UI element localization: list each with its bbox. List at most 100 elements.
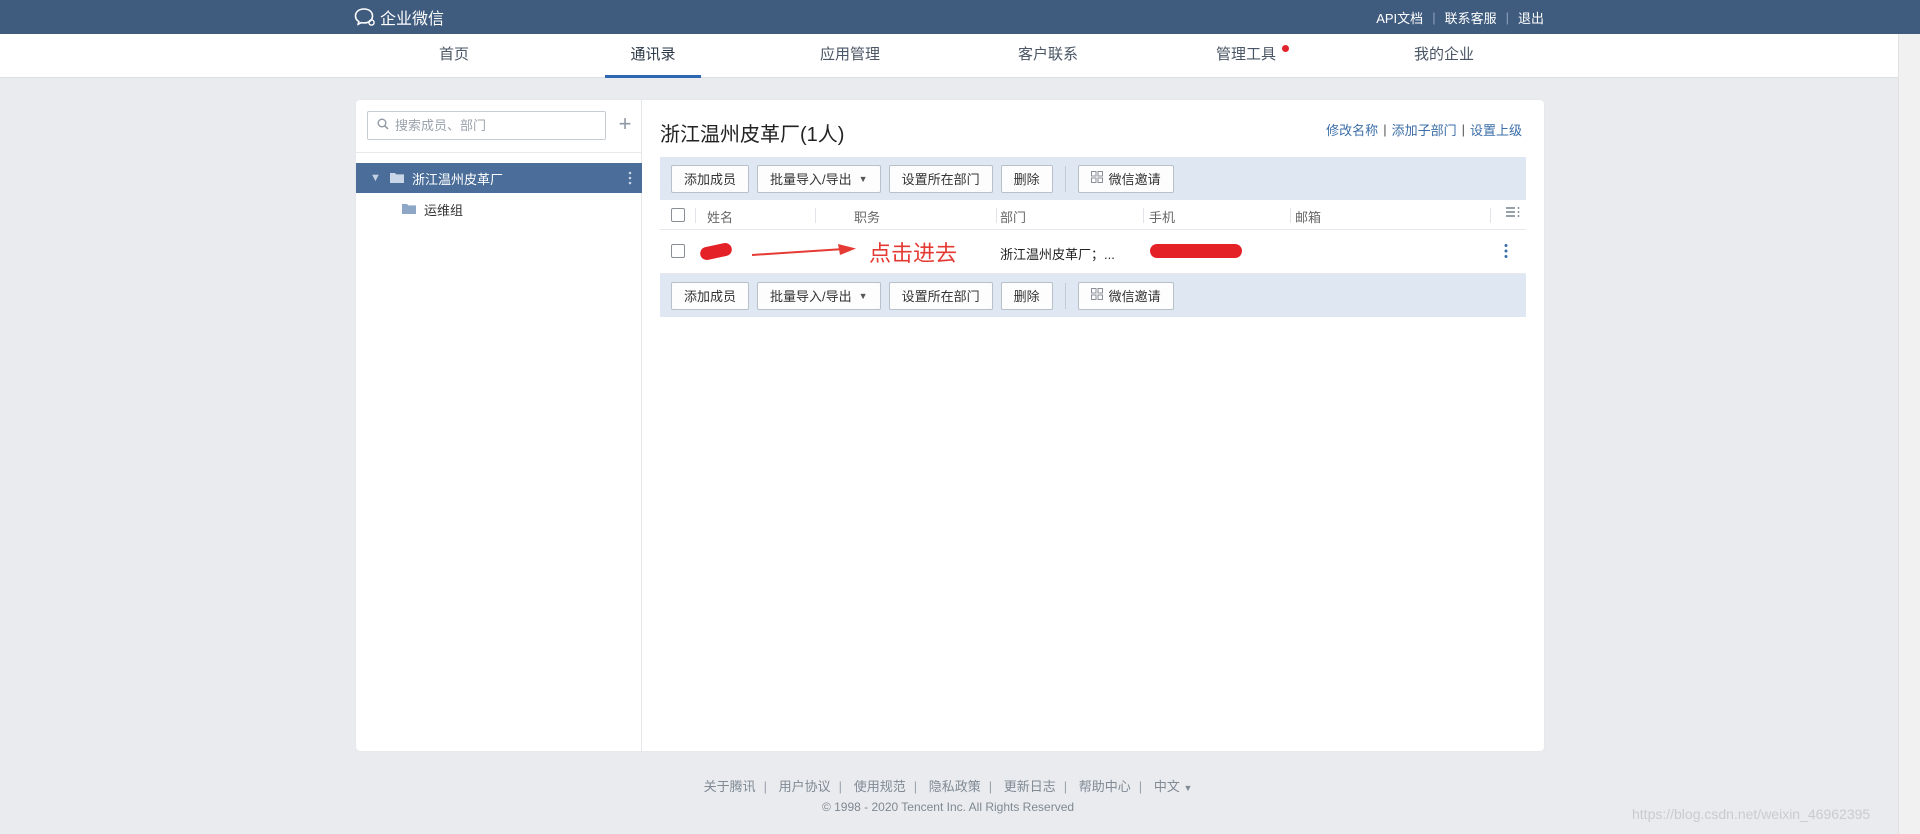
api-docs-link[interactable]: API文档 xyxy=(1376,8,1423,27)
footer-help-link[interactable]: 帮助中心 xyxy=(1079,779,1131,794)
department-sidebar: + ▼ 浙江温州皮革厂 运维组 xyxy=(356,100,642,751)
watermark: https://blog.csdn.net/weixin_46962395 xyxy=(1632,806,1871,822)
notification-dot xyxy=(1282,45,1289,52)
main-nav: 首页 通讯录 应用管理 客户联系 管理工具 我的企业 xyxy=(0,34,1920,78)
member-toolbar-top: 添加成员 批量导入/导出 ▼ 设置所在部门 删除 微信邀请 xyxy=(660,157,1526,200)
column-header-position[interactable]: 职务 xyxy=(854,207,880,226)
contacts-panel: + ▼ 浙江温州皮革厂 运维组 xyxy=(356,100,1544,751)
separator: | xyxy=(1063,779,1068,794)
delete-button[interactable]: 删除 xyxy=(1000,164,1053,193)
divider xyxy=(1064,282,1066,309)
footer-terms-link[interactable]: 用户协议 xyxy=(779,779,831,794)
tab-contacts[interactable]: 通讯录 xyxy=(605,34,701,78)
batch-import-export-button[interactable]: 批量导入/导出 ▼ xyxy=(757,281,881,310)
member-name-redacted[interactable] xyxy=(698,241,734,262)
wechat-invite-button[interactable]: 微信邀请 xyxy=(1077,164,1174,193)
dropdown-arrow-icon: ▼ xyxy=(858,173,868,184)
set-department-button[interactable]: 设置所在部门 xyxy=(888,281,993,310)
member-list-area: 浙江温州皮革厂(1人) 修改名称 | 添加子部门 | 设置上级 添加成员 批量导… xyxy=(642,100,1544,751)
add-department-plus-icon[interactable]: + xyxy=(616,113,634,137)
contact-support-link[interactable]: 联系客服 xyxy=(1445,8,1497,27)
separator: | xyxy=(1138,779,1143,794)
folder-icon xyxy=(390,171,404,186)
select-all-checkbox[interactable] xyxy=(671,208,685,222)
qr-code-icon xyxy=(1090,171,1103,186)
footer-rules-link[interactable]: 使用规范 xyxy=(854,779,906,794)
wechat-invite-label: 微信邀请 xyxy=(1108,172,1161,187)
search-box[interactable] xyxy=(367,111,606,140)
member-department: 浙江温州皮革厂；... xyxy=(1000,247,1115,262)
page-scrollbar[interactable] xyxy=(1898,34,1920,834)
brand-name: 企业微信 xyxy=(380,11,445,28)
tab-customer-contact[interactable]: 客户联系 xyxy=(1000,34,1096,78)
tab-my-enterprise[interactable]: 我的企业 xyxy=(1396,34,1492,78)
tree-node-label: 浙江温州皮革厂 xyxy=(412,171,504,187)
tree-node-child[interactable]: 运维组 xyxy=(356,194,642,224)
add-member-button[interactable]: 添加成员 xyxy=(671,281,750,310)
wechat-invite-label: 微信邀请 xyxy=(1108,289,1161,304)
department-title: 浙江温州皮革厂(1人) xyxy=(660,124,845,146)
divider xyxy=(1143,208,1144,223)
divider xyxy=(1064,165,1066,192)
separator: | xyxy=(1505,9,1509,25)
tree-node-root[interactable]: ▼ 浙江温州皮革厂 xyxy=(356,163,642,193)
tree-node-label: 运维组 xyxy=(424,202,464,218)
footer-links: 关于腾讯 | 用户协议 | 使用规范 | 隐私政策 | 更新日志 | 帮助中心 | 中文 ▼ xyxy=(0,776,1896,795)
chevron-down-icon: ▼ xyxy=(1183,783,1193,793)
member-table-header: 姓名 职务 部门 手机 邮箱 xyxy=(660,200,1526,230)
caret-down-icon[interactable]: ▼ xyxy=(370,172,382,184)
column-header-email[interactable]: 邮箱 xyxy=(1295,207,1321,226)
brand-logo[interactable]: 企业微信 xyxy=(354,6,444,28)
folder-icon xyxy=(402,202,416,217)
batch-import-export-label: 批量导入/导出 xyxy=(770,172,852,187)
member-toolbar-bottom: 添加成员 批量导入/导出 ▼ 设置所在部门 删除 微信邀请 xyxy=(660,274,1526,317)
separator: | xyxy=(913,779,918,794)
column-header-name[interactable]: 姓名 xyxy=(707,207,733,226)
batch-import-export-label: 批量导入/导出 xyxy=(770,289,852,304)
separator: | xyxy=(838,779,843,794)
footer-privacy-link[interactable]: 隐私政策 xyxy=(929,779,981,794)
copyright: © 1998 - 2020 Tencent Inc. All Rights Re… xyxy=(821,800,1075,814)
add-subdepartment-link[interactable]: 添加子部门 xyxy=(1392,120,1457,139)
row-more-vertical-icon[interactable] xyxy=(1504,243,1508,262)
dropdown-arrow-icon: ▼ xyxy=(858,290,868,301)
top-bar: 企业微信 API文档 | 联系客服 | 退出 xyxy=(0,0,1920,34)
set-department-button[interactable]: 设置所在部门 xyxy=(888,164,993,193)
more-vertical-icon[interactable] xyxy=(628,171,632,188)
batch-import-export-button[interactable]: 批量导入/导出 ▼ xyxy=(757,164,881,193)
column-header-phone[interactable]: 手机 xyxy=(1149,207,1175,226)
wecom-logo-icon xyxy=(354,7,376,27)
divider xyxy=(356,152,642,153)
tab-home[interactable]: 首页 xyxy=(406,34,502,78)
department-actions: 修改名称 | 添加子部门 | 设置上级 xyxy=(1326,120,1522,139)
divider xyxy=(996,208,997,223)
rename-link[interactable]: 修改名称 xyxy=(1326,120,1378,139)
tab-management-tools-label: 管理工具 xyxy=(1215,46,1276,63)
separator: | xyxy=(1461,122,1465,137)
search-icon xyxy=(377,118,389,133)
divider xyxy=(695,208,696,223)
column-header-department[interactable]: 部门 xyxy=(1000,207,1026,226)
set-parent-link[interactable]: 设置上级 xyxy=(1470,120,1522,139)
separator: | xyxy=(1383,122,1387,137)
column-settings-icon[interactable] xyxy=(1506,206,1520,221)
delete-button[interactable]: 删除 xyxy=(1000,281,1053,310)
language-label: 中文 xyxy=(1153,779,1180,794)
logout-link[interactable]: 退出 xyxy=(1518,8,1544,27)
footer-language-select[interactable]: 中文 ▼ xyxy=(1154,779,1193,794)
add-member-button[interactable]: 添加成员 xyxy=(671,164,750,193)
search-input[interactable] xyxy=(395,118,595,133)
tab-app-management[interactable]: 应用管理 xyxy=(802,34,898,78)
annotation-text: 点击进去 xyxy=(869,241,958,266)
table-row[interactable]: 点击进去 浙江温州皮革厂；... xyxy=(660,230,1526,274)
divider xyxy=(815,208,816,223)
row-checkbox[interactable] xyxy=(671,244,685,258)
separator: | xyxy=(763,779,768,794)
tab-management-tools[interactable]: 管理工具 xyxy=(1198,34,1294,78)
divider xyxy=(1290,208,1291,223)
separator: | xyxy=(1432,9,1436,25)
wechat-invite-button[interactable]: 微信邀请 xyxy=(1077,281,1174,310)
divider xyxy=(1490,208,1491,223)
footer-about-link[interactable]: 关于腾讯 xyxy=(704,779,756,794)
footer-changelog-link[interactable]: 更新日志 xyxy=(1004,779,1056,794)
